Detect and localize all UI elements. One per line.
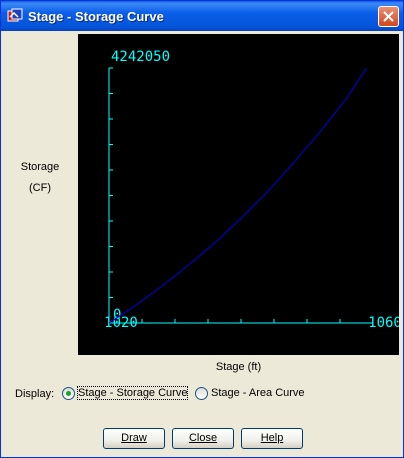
close-window-button[interactable] <box>378 6 399 27</box>
draw-button[interactable]: Draw <box>103 428 165 449</box>
help-button[interactable]: Help <box>241 428 303 449</box>
y-tick-label-max: 4242050 <box>111 49 170 65</box>
close-button[interactable]: Close <box>172 428 234 449</box>
close-icon <box>383 11 394 22</box>
radio-circle[interactable] <box>195 387 208 400</box>
y-axis-label-line1: Storage <box>20 161 60 173</box>
radio-circle[interactable] <box>62 387 75 400</box>
title-bar[interactable]: Stage - Storage Curve <box>1 1 403 31</box>
dialog-window: Stage - Storage Curve Storage (CF) 42420… <box>0 0 404 458</box>
chart-plot-area: 4242050 0 1020 1060 <box>78 34 399 355</box>
display-label: Display: <box>15 388 55 400</box>
window-title: Stage - Storage Curve <box>28 9 164 24</box>
radio-label[interactable]: Stage - Area Curve <box>211 387 305 399</box>
draw-button-label: Draw <box>121 432 147 444</box>
close-button-label: Close <box>188 432 218 444</box>
help-button-label: Help <box>260 432 284 444</box>
y-axis-label-line2: (CF) <box>29 182 51 194</box>
radio-selected-dot <box>66 391 71 396</box>
app-icon <box>7 8 23 22</box>
x-tick-label-max: 1060 <box>368 315 399 331</box>
chart-svg: 424205001020 1060 <box>104 49 399 331</box>
x-axis-label: Stage (ft) <box>215 361 262 373</box>
radio-label[interactable]: Stage - Storage Curve <box>76 386 189 400</box>
series-line <box>108 67 367 324</box>
